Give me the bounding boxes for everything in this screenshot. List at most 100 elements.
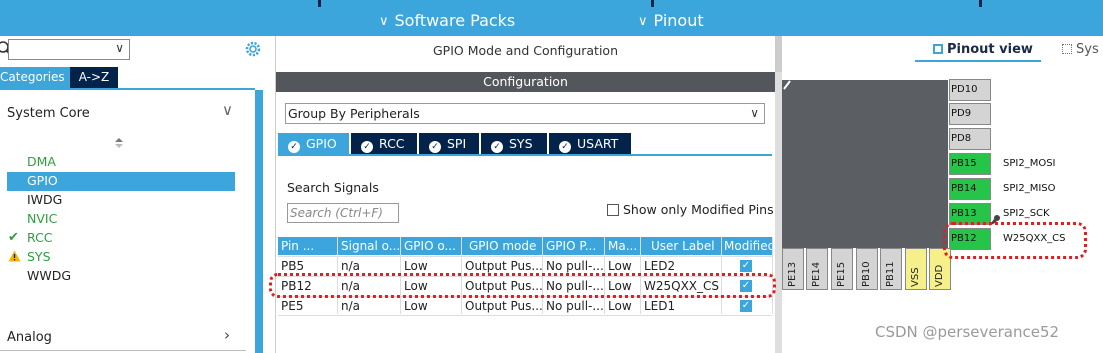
mode-config-title: GPIO Mode and Configuration: [432, 43, 619, 58]
pin-pe15[interactable]: PE15: [831, 248, 853, 290]
column-header-modified[interactable]: Modified: [722, 237, 772, 255]
table-cell[interactable]: n/a: [338, 297, 400, 315]
left-scrollbar[interactable]: [255, 90, 263, 353]
tab-sys[interactable]: ✓ SYS: [481, 133, 547, 154]
pin-pe13[interactable]: PE13: [782, 248, 804, 290]
table-cell[interactable]: Low: [401, 297, 461, 315]
category-item-nvic[interactable]: NVIC: [27, 211, 57, 226]
table-cell[interactable]: No pull-...: [543, 297, 604, 315]
pin-label: SPI2_MISO: [1003, 183, 1056, 194]
tab-label: Sys: [1076, 42, 1099, 57]
column-header-gpio-pull[interactable]: GPIO P...: [543, 237, 604, 255]
pin-name: PE15: [836, 261, 847, 287]
pin-name: PB10: [861, 261, 872, 287]
pin-label: SPI2_MOSI: [1003, 158, 1056, 169]
system-core-header[interactable]: System Core: [7, 106, 90, 121]
pin-pb10[interactable]: PB10: [856, 248, 878, 290]
table-cell[interactable]: Low: [605, 297, 640, 315]
table-cell[interactable]: PE5: [278, 297, 337, 315]
category-item-rcc[interactable]: RCC: [27, 230, 53, 245]
pin-name: PE13: [787, 261, 798, 287]
check-circle-icon: ✓: [361, 141, 373, 153]
check-circle-icon: ✓: [429, 141, 441, 153]
modified-checkbox[interactable]: ✓: [740, 300, 752, 312]
tab-underline: [278, 154, 772, 156]
software-packs-label: Software Packs: [394, 11, 516, 30]
column-header-gpio-mode[interactable]: GPIO mode: [462, 237, 542, 255]
tab-label: USART: [577, 136, 619, 151]
highlight-annotation: [943, 222, 1087, 259]
divider: [0, 350, 246, 351]
tab-rcc[interactable]: ✓ RCC: [351, 133, 417, 154]
tab-label: SYS: [509, 136, 533, 151]
tab-label: RCC: [379, 136, 405, 151]
column-header-signal[interactable]: Signal o...: [338, 237, 400, 255]
pin1-marker: [783, 80, 791, 90]
column-header-max-speed[interactable]: Ma...: [605, 237, 640, 255]
category-search-combo[interactable]: ∨: [8, 39, 130, 60]
pin-pb15[interactable]: PB15: [949, 153, 991, 175]
highlight-annotation: [269, 273, 776, 298]
pin-name: PE14: [811, 261, 822, 287]
pinout-menu[interactable]: ∨ Pinout: [638, 11, 704, 30]
category-item-gpio[interactable]: GPIO: [27, 173, 58, 188]
show-modified-label: Show only Modified Pins: [623, 202, 774, 217]
pin-pe14[interactable]: PE14: [806, 248, 828, 290]
sort-icon[interactable]: [114, 136, 124, 150]
pin-pd8[interactable]: PD8: [949, 128, 991, 150]
show-modified-checkbox[interactable]: [607, 204, 619, 216]
search-signals-label: Search Signals: [287, 180, 379, 195]
tab-usart[interactable]: ✓ USART: [549, 133, 631, 154]
category-item-dma[interactable]: DMA: [27, 154, 56, 169]
column-header-gpio-output[interactable]: GPIO o...: [401, 237, 461, 255]
tab-spi[interactable]: ✓ SPI: [419, 133, 479, 154]
category-item-iwdg[interactable]: IWDG: [27, 192, 62, 207]
pin-pd10[interactable]: PD10: [949, 79, 991, 101]
table-cell[interactable]: LED1: [641, 297, 721, 315]
chip-icon: [933, 44, 943, 54]
pin-vss[interactable]: VSS: [905, 248, 927, 290]
chevron-down-icon[interactable]: ∨: [222, 101, 233, 119]
category-item-sys[interactable]: SYS: [27, 249, 51, 264]
tab-categories[interactable]: Categories: [0, 67, 70, 88]
category-label: WWDG: [27, 268, 72, 283]
group-by-select[interactable]: Group By Peripherals ∨: [285, 103, 765, 124]
group-by-value: Group By Peripherals: [288, 106, 420, 121]
tab-system-view[interactable]: Sys: [1062, 42, 1099, 57]
modified-checkbox[interactable]: ✓: [740, 260, 752, 272]
pin-pb11[interactable]: PB11: [880, 248, 902, 290]
pin-name: VDD: [934, 264, 945, 287]
watermark: CSDN @perseverance52: [875, 323, 1060, 341]
top-menu-segment[interactable]: [982, 0, 1103, 7]
chevron-down-icon: ∨: [638, 14, 648, 29]
pin-label: SPI2_SCK: [1003, 208, 1050, 219]
check-icon: ✔: [8, 230, 19, 245]
top-menu-segment[interactable]: [321, 0, 651, 7]
tab-a-z[interactable]: A->Z: [70, 67, 118, 88]
pin-pd9[interactable]: PD9: [949, 103, 991, 125]
table-cell[interactable]: Output Pus...: [462, 297, 542, 315]
panel-splitter[interactable]: [268, 36, 276, 353]
sub-menu-bar: ∨ Software Packs ∨ Pinout: [0, 7, 1103, 36]
search-signals-input[interactable]: Search (Ctrl+F): [287, 203, 399, 223]
category-item-wwdg[interactable]: WWDG: [27, 268, 71, 283]
pin-name: VSS: [910, 267, 921, 287]
tab-pinout-view[interactable]: Pinout view: [933, 42, 1033, 57]
tab-gpio[interactable]: ✓ GPIO: [278, 133, 349, 154]
chevron-right-icon[interactable]: ›: [224, 326, 230, 344]
analog-header[interactable]: Analog: [7, 330, 52, 345]
column-header-user-label[interactable]: User Label: [641, 237, 721, 255]
mcu-chip-body[interactable]: [782, 80, 948, 248]
software-packs-menu[interactable]: ∨ Software Packs: [379, 11, 515, 30]
config-scrollbar[interactable]: [775, 72, 782, 353]
category-label: GPIO: [27, 173, 58, 188]
top-menu-segment[interactable]: [654, 0, 979, 7]
check-circle-icon: ✓: [559, 141, 571, 153]
gear-icon[interactable]: [244, 40, 262, 58]
pin-pb14[interactable]: PB14: [949, 178, 991, 200]
top-menu-segment[interactable]: [0, 0, 318, 7]
column-header-pin[interactable]: Pin ...: [278, 237, 337, 255]
tab-underline: [915, 60, 1041, 62]
tab-label: Pinout view: [947, 42, 1033, 57]
chevron-down-icon: ∨: [750, 106, 759, 120]
